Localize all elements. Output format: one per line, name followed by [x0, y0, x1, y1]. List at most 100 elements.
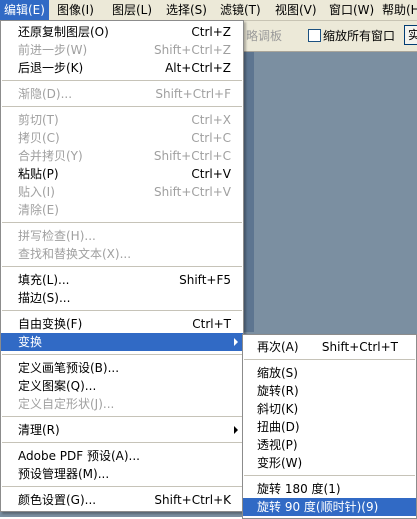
menu-item-shortcut: Ctrl+Z [191, 25, 231, 39]
menu-separator [2, 442, 242, 443]
menu-separator [2, 222, 242, 223]
edit-menu-item-11: 贴入(I) Shift+Ctrl+V [1, 183, 243, 201]
menu-item-label: 描边(S)... [18, 291, 71, 305]
menu-item-label: 贴入(I) [18, 185, 55, 199]
edit-menu-item-18[interactable]: 描边(S)... [1, 289, 243, 307]
menu-separator [244, 359, 415, 360]
menu-item-label: 剪切(T) [18, 113, 59, 127]
menu-item-label: 清除(E) [18, 203, 59, 217]
menu-item-shortcut: Shift+Ctrl+T [321, 340, 398, 354]
menu-item-label: 自由变换(F) [18, 317, 83, 331]
zoom-all-windows-checkbox[interactable] [308, 29, 321, 42]
edit-menu-item-10[interactable]: 粘贴(P) Ctrl+V [1, 165, 243, 183]
menu-image[interactable]: 图像(I) [53, 0, 98, 20]
transform-submenu-item-11[interactable]: 旋转 90 度(顺时针)(9) [243, 498, 416, 516]
transform-submenu-item-4[interactable]: 旋转(R) [243, 382, 416, 400]
edit-menu-item-17[interactable]: 填充(L)... Shift+F5 [1, 271, 243, 289]
menu-item-shortcut: Ctrl+V [191, 167, 231, 181]
menu-separator [244, 475, 415, 476]
menu-item-label: 斜切(K) [257, 402, 299, 416]
menu-select[interactable]: 选择(S) [162, 0, 211, 20]
menu-separator [2, 486, 242, 487]
menu-item-label: 清理(R) [18, 423, 60, 437]
edit-menu-item-2: 前进一步(W) Shift+Ctrl+Z [1, 41, 243, 59]
menu-help[interactable]: 帮助(H) [378, 0, 417, 20]
menu-item-label: 预设管理器(M)... [18, 467, 110, 481]
menu-item-label: 后退一步(K) [18, 61, 84, 75]
menu-item-label: 还原复制图层(O) [18, 25, 109, 39]
transform-submenu-item-7[interactable]: 透视(P) [243, 436, 416, 454]
menu-separator [2, 354, 242, 355]
edit-menu-item-14: 拼写检查(H)... [1, 227, 243, 245]
menu-item-label: 定义图案(Q)... [18, 379, 97, 393]
menu-view[interactable]: 视图(V) [271, 0, 321, 20]
menu-item-shortcut: Shift+F5 [179, 273, 231, 287]
menu-item-shortcut: Ctrl+T [192, 317, 231, 331]
menu-item-label: 前进一步(W) [18, 43, 88, 57]
menu-separator [2, 310, 242, 311]
edit-menu-item-25: 定义自定形状(J)... [1, 395, 243, 413]
menu-item-label: 拼写检查(H)... [18, 229, 96, 243]
edit-menu-item-8: 拷贝(C) Ctrl+C [1, 129, 243, 147]
edit-menu: 还原复制图层(O) Ctrl+Z 前进一步(W) Shift+Ctrl+Z 后退一步(K… [0, 20, 244, 512]
menu-item-shortcut: Shift+Ctrl+K [154, 493, 231, 507]
edit-menu-item-29[interactable]: Adobe PDF 预设(A)... [1, 447, 243, 465]
menu-item-shortcut: Alt+Ctrl+Z [165, 61, 231, 75]
edit-menu-item-5: 渐隐(D)... Shift+Ctrl+F [1, 85, 243, 103]
edit-menu-item-3[interactable]: 后退一步(K) Alt+Ctrl+Z [1, 59, 243, 77]
menu-item-label: 颜色设置(G)... [18, 493, 97, 507]
menu-filter[interactable]: 滤镜(T) [216, 0, 265, 20]
transform-submenu-item-3[interactable]: 缩放(S) [243, 364, 416, 382]
menu-item-label: 旋转(R) [257, 384, 299, 398]
edit-menu-item-7: 剪切(T) Ctrl+X [1, 111, 243, 129]
edit-menu-item-20[interactable]: 自由变换(F) Ctrl+T [1, 315, 243, 333]
edit-menu-item-24[interactable]: 定义图案(Q)... [1, 377, 243, 395]
edit-menu-item-23[interactable]: 定义画笔预设(B)... [1, 359, 243, 377]
menu-separator [2, 266, 242, 267]
menu-item-label: 旋转 180 度(1) [257, 482, 341, 496]
menu-item-label: 渐隐(D)... [18, 87, 73, 101]
menu-item-label: 再次(A) [257, 340, 299, 354]
edit-menu-item-21[interactable]: 变换 [1, 333, 243, 351]
menu-separator [2, 106, 242, 107]
submenu-arrow-icon [234, 338, 238, 346]
edit-menu-item-30[interactable]: 预设管理器(M)... [1, 465, 243, 483]
menu-edit[interactable]: 编辑(E) [0, 0, 49, 20]
edit-menu-item-32[interactable]: 颜色设置(G)... Shift+Ctrl+K [1, 491, 243, 509]
menu-item-label: 拷贝(C) [18, 131, 60, 145]
edit-menu-item-9: 合并拷贝(Y) Shift+Ctrl+C [1, 147, 243, 165]
menu-item-label: 粘贴(P) [18, 167, 59, 181]
menu-item-label: 变形(W) [257, 456, 303, 470]
menu-item-label: 定义画笔预设(B)... [18, 361, 120, 375]
edit-menu-item-15: 查找和替换文本(X)... [1, 245, 243, 263]
transform-submenu-item-1[interactable]: 再次(A) Shift+Ctrl+T [243, 338, 416, 356]
transform-submenu-item-6[interactable]: 扭曲(D) [243, 418, 416, 436]
menu-item-label: 定义自定形状(J)... [18, 397, 115, 411]
actual-pixels-button[interactable]: 实 [404, 25, 417, 45]
zoom-all-windows-label[interactable]: 缩放所有窗口 [323, 27, 395, 44]
edit-menu-item-12: 清除(E) [1, 201, 243, 219]
menu-window[interactable]: 窗口(W) [325, 0, 378, 20]
menu-item-label: 旋转 90 度(顺时针)(9) [257, 500, 379, 514]
transform-submenu-item-10[interactable]: 旋转 180 度(1) [243, 480, 416, 498]
menu-item-shortcut: Shift+Ctrl+V [154, 185, 231, 199]
transform-submenu: 再次(A) Shift+Ctrl+T 缩放(S) 旋转(R) 斜切(K) 扭曲(D) 透视(… [242, 334, 417, 519]
edit-menu-item-27[interactable]: 清理(R) [1, 421, 243, 439]
menu-layer[interactable]: 图层(L) [108, 0, 156, 20]
menu-item-label: 缩放(S) [257, 366, 298, 380]
menu-item-label: 合并拷贝(Y) [18, 149, 83, 163]
menu-item-shortcut: Ctrl+X [191, 113, 231, 127]
menu-item-label: 变换 [18, 335, 43, 349]
menu-separator [2, 416, 242, 417]
menu-item-shortcut: Shift+Ctrl+Z [154, 43, 231, 57]
transform-submenu-item-8[interactable]: 变形(W) [243, 454, 416, 472]
navigator-hint: 略调板 [246, 29, 283, 43]
transform-submenu-item-5[interactable]: 斜切(K) [243, 400, 416, 418]
edit-menu-item-1[interactable]: 还原复制图层(O) Ctrl+Z [1, 23, 243, 41]
menu-item-label: 透视(P) [257, 438, 298, 452]
menu-item-label: 填充(L)... [18, 273, 70, 287]
menu-item-shortcut: Ctrl+C [191, 131, 231, 145]
menu-item-label: Adobe PDF 预设(A)... [18, 449, 140, 463]
document-window-edge [244, 52, 254, 332]
menu-item-label: 扭曲(D) [257, 420, 300, 434]
